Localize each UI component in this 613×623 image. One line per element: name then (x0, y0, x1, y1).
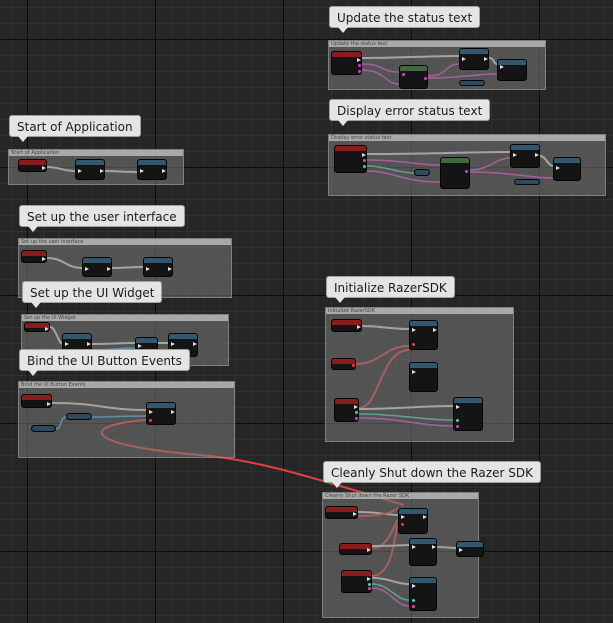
comment-bubble-init-sdk[interactable]: Initialize RazerSDK (326, 276, 455, 303)
function-node[interactable] (453, 397, 483, 431)
function-node[interactable] (82, 257, 112, 277)
function-node[interactable] (553, 157, 581, 181)
event-node[interactable] (334, 398, 359, 422)
function-node[interactable] (409, 362, 438, 392)
comment-header: Start of Application (9, 150, 183, 156)
event-node[interactable] (18, 159, 47, 172)
event-node[interactable] (24, 322, 50, 332)
comment-header: Bind the UI Button Events (19, 382, 234, 388)
comment-bubble-start-app[interactable]: Start of Application (9, 115, 141, 142)
variable-node[interactable] (459, 80, 485, 86)
function-node[interactable] (398, 508, 428, 534)
function-node[interactable] (409, 320, 438, 350)
function-node[interactable] (497, 59, 527, 81)
function-node[interactable] (409, 577, 437, 611)
event-node[interactable] (334, 145, 367, 173)
event-node[interactable] (331, 319, 362, 332)
event-node[interactable] (21, 394, 52, 408)
pure-function-node[interactable] (440, 157, 470, 189)
comment-bubble-setup-widget[interactable]: Set up the UI Widget (22, 281, 163, 308)
event-node[interactable] (21, 250, 47, 263)
function-node[interactable] (146, 402, 176, 425)
comment-header: Display error status text (329, 135, 605, 141)
event-node[interactable] (331, 358, 356, 370)
comment-bubble-bind-events[interactable]: Bind the UI Button Events (19, 349, 190, 376)
function-node[interactable] (409, 538, 437, 566)
comment-bubble-display-error[interactable]: Display error status text (329, 99, 491, 126)
comment-header: Set up the UI Widget (22, 315, 228, 321)
variable-node[interactable] (31, 425, 56, 432)
pure-function-node[interactable] (399, 65, 428, 89)
variable-node[interactable] (414, 169, 430, 176)
event-node[interactable] (339, 543, 372, 555)
comment-header: Set up the user interface (19, 239, 231, 245)
variable-node[interactable] (514, 179, 540, 185)
function-node[interactable] (137, 159, 167, 180)
comment-bubble-shutdown-sdk[interactable]: Cleanly Shut down the Razer SDK (323, 461, 541, 488)
function-node[interactable] (143, 257, 173, 277)
variable-node[interactable] (66, 413, 92, 420)
comment-bubble-setup-ui[interactable]: Set up the user interface (19, 205, 185, 232)
function-node[interactable] (456, 541, 484, 557)
comment-header: Update the status text (329, 41, 545, 47)
event-node[interactable] (331, 51, 362, 75)
comment-header: Cleanly Shut down the Razer SDK (323, 493, 478, 499)
comment-bubble-update-status[interactable]: Update the status text (329, 6, 481, 33)
comment-bind-events[interactable]: Bind the UI Button Events (18, 381, 235, 458)
comment-header: Initialize RazerSDK (326, 308, 513, 314)
function-node[interactable] (75, 159, 105, 180)
function-node[interactable] (459, 48, 489, 70)
wires-layer (46, 55, 554, 607)
function-node[interactable] (510, 144, 540, 168)
event-node[interactable] (325, 506, 358, 519)
event-node[interactable] (341, 570, 372, 593)
